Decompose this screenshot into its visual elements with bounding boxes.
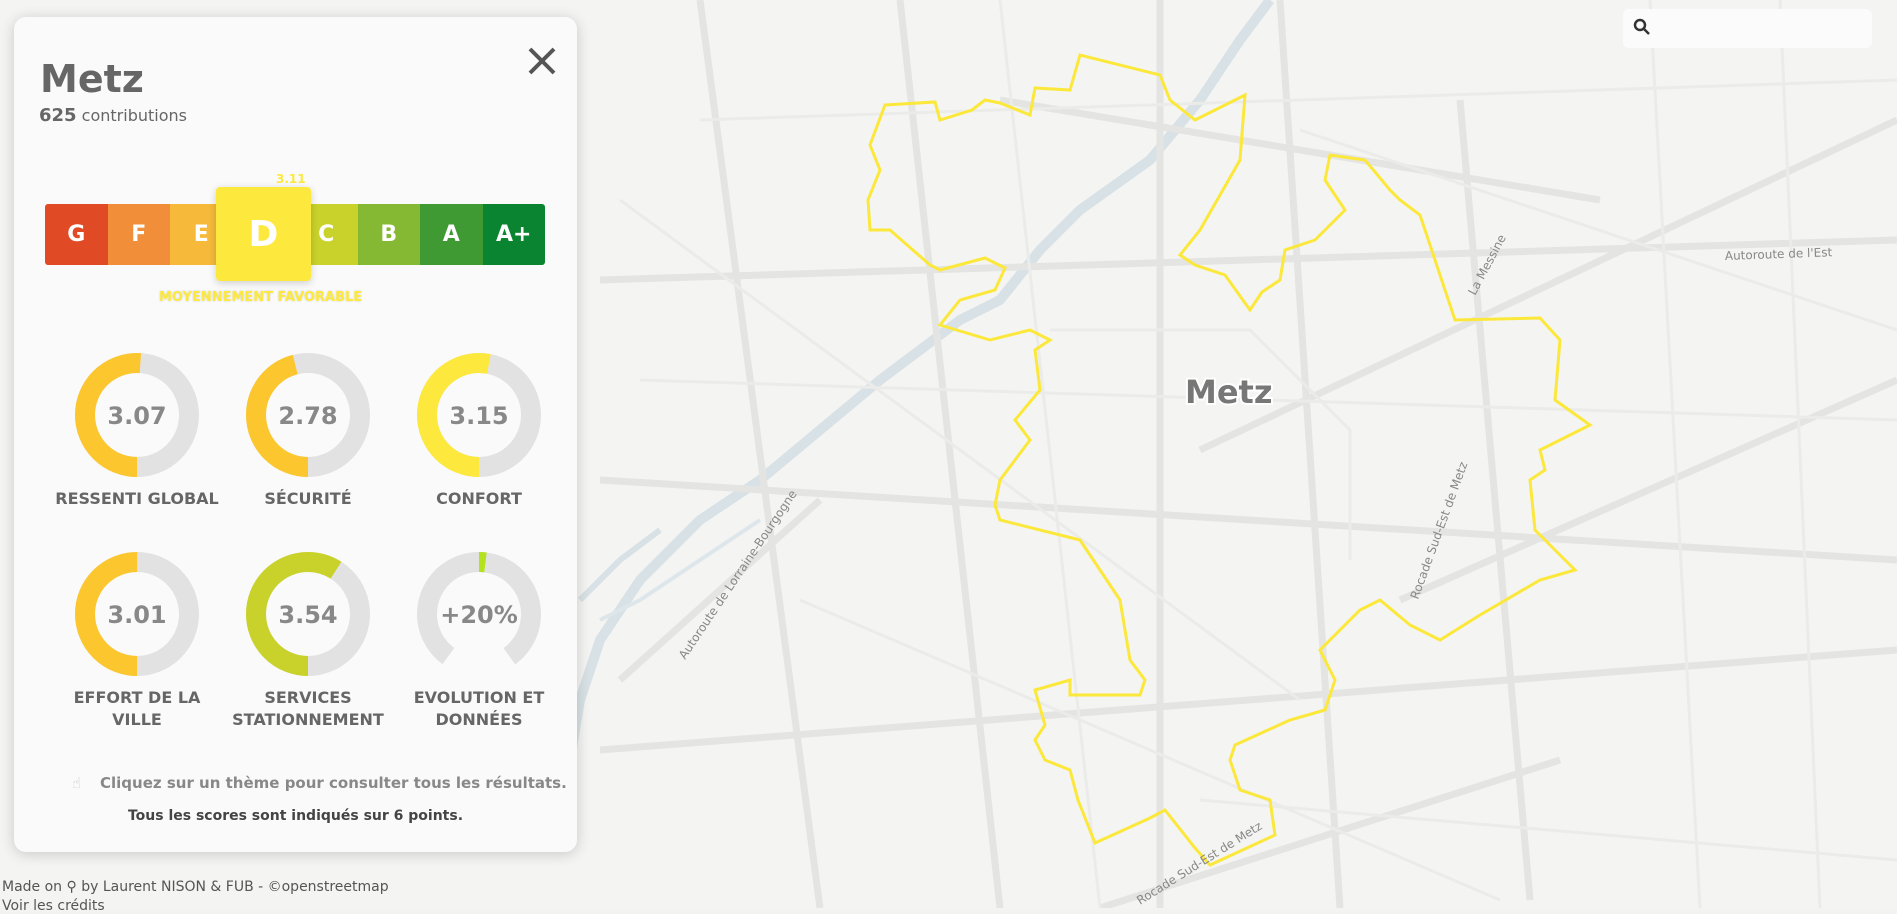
metric-value: 3.15 [449, 402, 508, 430]
grade-aplus: A+ [482, 204, 545, 265]
active-grade-score: 3.11 [276, 172, 306, 186]
contributions-label: contributions [81, 106, 187, 125]
hand-pointer-icon: ☝ [72, 774, 82, 792]
search-box[interactable] [1623, 9, 1872, 48]
metric-gauge: +20% [416, 552, 541, 676]
metric-card[interactable]: +20% EVOLUTION ET DONNÉES [394, 551, 564, 731]
grade-g: G [45, 204, 108, 265]
hint-text: Cliquez sur un thème pour consulter tous… [100, 774, 567, 792]
metric-label: EFFORT DE LA VILLE [73, 688, 201, 729]
metric-value: 3.07 [107, 402, 166, 430]
metric-value: 3.01 [107, 601, 166, 629]
metric-label: CONFORT [436, 489, 522, 508]
metric-label: SÉCURITÉ [264, 489, 352, 508]
metric-gauge: 2.78 [246, 353, 370, 477]
grade-f: F [107, 204, 170, 265]
metric-value: +20% [440, 601, 518, 629]
metric-card[interactable]: 3.15 CONFORT [394, 352, 564, 510]
metric-value: 3.54 [278, 601, 337, 629]
map-city-label: Metz [1185, 373, 1272, 411]
metric-label: RESSENTI GLOBAL [55, 489, 219, 508]
close-icon[interactable] [522, 41, 562, 81]
grade-a: A [420, 204, 483, 265]
city-panel: Metz 625 contributions GFEDCBAA+ 3.11 D … [14, 17, 577, 852]
metric-value: 2.78 [278, 402, 337, 430]
city-title: Metz [40, 57, 144, 101]
grade-b: B [357, 204, 420, 265]
metric-gauge: 3.01 [75, 552, 199, 676]
hint: ☝ Cliquez sur un thème pour consulter tou… [72, 774, 567, 792]
metric-label: EVOLUTION ET DONNÉES [413, 688, 545, 729]
metric-card[interactable]: 3.01 EFFORT DE LA VILLE [52, 551, 222, 731]
metric-card[interactable]: 3.07 RESSENTI GLOBAL [52, 352, 222, 510]
metric-gauge: 3.54 [246, 552, 370, 676]
search-icon [1633, 18, 1650, 35]
contributions-number: 625 [39, 105, 77, 126]
scores-note: Tous les scores sont indiqués sur 6 poin… [127, 808, 464, 824]
metric-card[interactable]: 3.54 SERVICES STATIONNEMENT [223, 551, 393, 731]
active-grade: D [216, 187, 311, 281]
credits-link[interactable]: Voir les crédits [2, 898, 105, 914]
bicycle-icon: ⚲ [66, 879, 77, 895]
metric-gauge: 3.15 [417, 353, 541, 477]
contributions-count: 625 contributions [39, 105, 187, 126]
metric-card[interactable]: 2.78 SÉCURITÉ [223, 352, 393, 510]
metric-label: SERVICES STATIONNEMENT [232, 688, 384, 729]
active-grade-label: MOYENNEMENT FAVORABLE [159, 290, 363, 305]
search-input[interactable] [1663, 15, 1867, 43]
credits: Made on ⚲ by Laurent NISON & FUB - ©open… [2, 879, 389, 895]
metric-gauge: 3.07 [75, 353, 199, 477]
